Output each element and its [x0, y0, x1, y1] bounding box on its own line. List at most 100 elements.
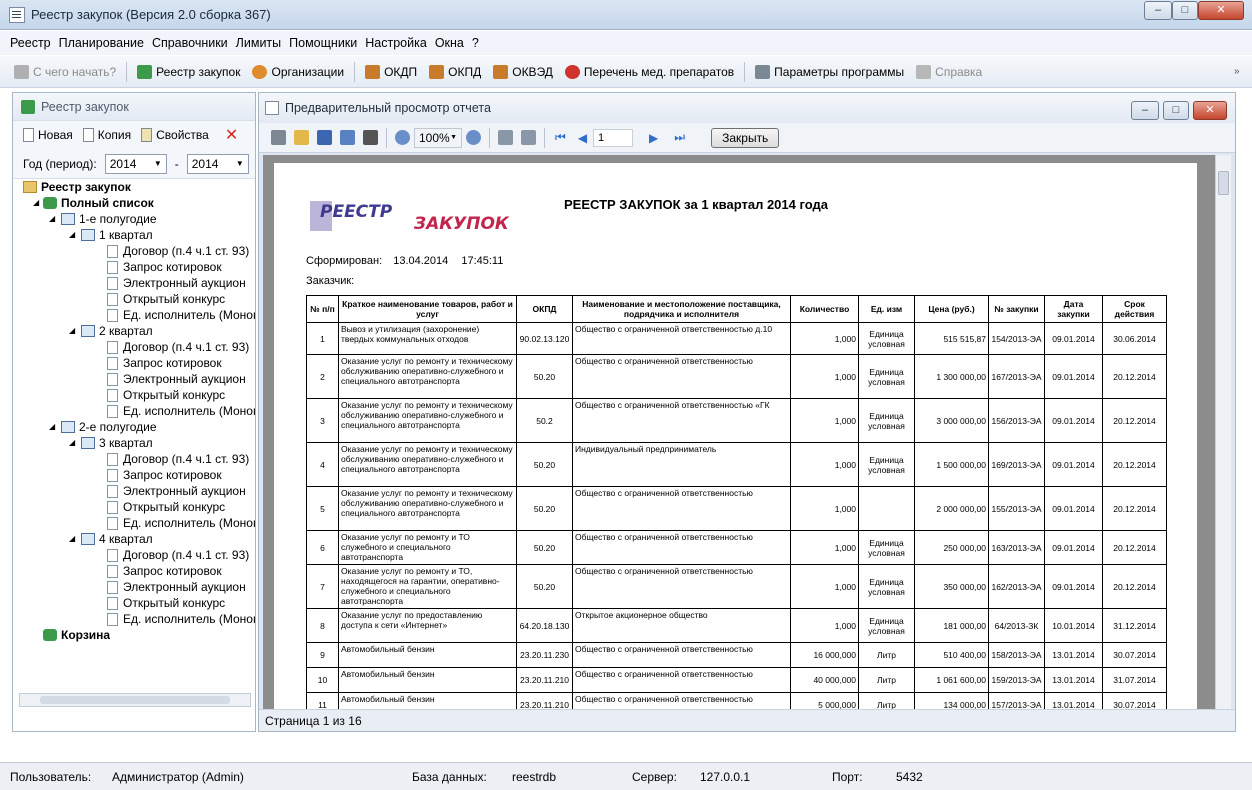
expander-icon[interactable]: ◢ [69, 227, 75, 243]
open-icon[interactable] [294, 130, 309, 145]
menu-item[interactable]: Справочники [148, 36, 232, 50]
menu-item[interactable]: ? [468, 36, 483, 50]
tree-horizontal-scrollbar[interactable] [19, 693, 251, 707]
page-number-input[interactable]: 1 [593, 128, 634, 147]
preview-minimize-button[interactable]: – [1131, 101, 1159, 120]
copy-button[interactable]: Копия [82, 128, 131, 142]
maximize-button[interactable]: □ [1172, 1, 1198, 20]
last-page-icon[interactable]: ⏭ [674, 130, 685, 145]
new-button[interactable]: Новая [23, 128, 73, 142]
year-to-select[interactable]: 2014 ▼ [186, 153, 249, 174]
tree-node-procurement-type[interactable]: Ед. исполнитель (Моноп [107, 611, 255, 627]
expander-icon[interactable]: ◢ [69, 531, 75, 547]
tree-node-trash[interactable]: Корзина [43, 627, 110, 643]
tree-node-half2[interactable]: 2-е полугодие [61, 419, 157, 435]
menu-item[interactable]: Окна [431, 36, 468, 50]
tree-node-procurement-type[interactable]: Договор (п.4 ч.1 ст. 93) [107, 243, 249, 259]
two-pages-icon[interactable] [521, 130, 536, 145]
expander-icon[interactable]: ◢ [49, 419, 55, 435]
tree-node-procurement-type[interactable]: Запрос котировок [107, 259, 222, 275]
menu-item[interactable]: Настройка [361, 36, 431, 50]
tree-node-q2[interactable]: 2 квартал [81, 323, 153, 339]
tree-node-procurement-type[interactable]: Ед. исполнитель (Моноп [107, 307, 255, 323]
menu-item[interactable]: Реестр [6, 36, 55, 50]
tree-node-procurement-type[interactable]: Договор (п.4 ч.1 ст. 93) [107, 547, 249, 563]
tree-node-procurement-type[interactable]: Электронный аукцион [107, 579, 246, 595]
tree-node-q1[interactable]: 1 квартал [81, 227, 153, 243]
close-preview-button[interactable]: Закрыть [711, 127, 780, 148]
tree-node-q3[interactable]: 3 квартал [81, 435, 153, 451]
table-cell: Литр [858, 642, 915, 668]
meds-list-button[interactable]: Перечень мед. препаратов [559, 60, 740, 84]
properties-button[interactable]: Свойства [141, 128, 209, 142]
minimize-button[interactable]: – [1144, 1, 1172, 20]
scroll-thumb[interactable] [40, 696, 230, 704]
first-page-icon[interactable]: ⏮ [555, 130, 566, 145]
tree-node-procurement-type[interactable]: Ед. исполнитель (Моноп [107, 515, 255, 531]
scroll-thumb[interactable] [1218, 171, 1229, 195]
help-button[interactable]: Справка [910, 60, 988, 84]
zoom-in-icon[interactable] [395, 130, 410, 145]
export-icon[interactable] [340, 130, 355, 145]
tree-node-procurement-type[interactable]: Электронный аукцион [107, 275, 246, 291]
column-header: № п/п [306, 295, 339, 323]
tree-node-procurement-type[interactable]: Запрос котировок [107, 563, 222, 579]
preview-doc-icon [265, 101, 279, 115]
expander-icon[interactable]: ◢ [33, 195, 39, 211]
next-page-icon[interactable]: ▶ [649, 131, 658, 145]
organizations-button[interactable]: Организации [246, 60, 350, 84]
close-window-button[interactable]: ✕ [1198, 1, 1244, 20]
find-icon[interactable] [363, 130, 378, 145]
tree-node-root[interactable]: Реестр закупок [23, 179, 131, 195]
preview-title: Предварительный просмотр отчета [285, 101, 491, 115]
menu-item[interactable]: Помощники [285, 36, 361, 50]
document-icon [107, 612, 118, 626]
tree-node-procurement-type[interactable]: Договор (п.4 ч.1 ст. 93) [107, 339, 249, 355]
tree-node-full-list[interactable]: Полный список [43, 195, 154, 211]
expander-icon[interactable]: ◢ [69, 323, 75, 339]
delete-icon[interactable]: ✕ [225, 125, 238, 145]
okved-button[interactable]: ОКВЭД [487, 60, 559, 84]
menu-item[interactable]: Лимиты [232, 36, 285, 50]
tree-node-procurement-type[interactable]: Открытый конкурс [107, 595, 225, 611]
table-cell: 20.12.2014 [1102, 398, 1167, 443]
tree-node-procurement-type[interactable]: Электронный аукцион [107, 483, 246, 499]
program-settings-button[interactable]: Параметры программы [749, 60, 910, 84]
table-cell: 23.20.11.230 [516, 642, 573, 668]
okdp-button[interactable]: ОКДП [359, 60, 423, 84]
document-icon [107, 292, 118, 306]
tree-node-procurement-type[interactable]: Открытый конкурс [107, 499, 225, 515]
expander-icon[interactable]: ◢ [69, 435, 75, 451]
expander-icon[interactable]: ◢ [49, 211, 55, 227]
page-setup-icon[interactable] [498, 130, 513, 145]
table-cell: 1,000 [790, 398, 859, 443]
tree-node-procurement-type[interactable]: Открытый конкурс [107, 291, 225, 307]
preview-vertical-scrollbar[interactable] [1215, 155, 1231, 719]
report-page-area[interactable]: РЕЕСТР ЗАКУПОК РЕЕСТР ЗАКУПОК за 1 кварт… [263, 155, 1215, 719]
registry-button[interactable]: Реестр закупок [131, 60, 246, 84]
tree-node-q4[interactable]: 4 квартал [81, 531, 153, 547]
preview-maximize-button[interactable]: □ [1163, 101, 1189, 120]
table-cell: 1 500 000,00 [914, 442, 989, 487]
tree-node-procurement-type[interactable]: Запрос котировок [107, 467, 222, 483]
toolbar-overflow-icon[interactable]: » [1234, 66, 1240, 77]
save-icon[interactable] [317, 130, 332, 145]
start-button[interactable]: С чего начать? [8, 60, 122, 84]
tree-node-procurement-type[interactable]: Электронный аукцион [107, 371, 246, 387]
table-cell: Общество с ограниченной ответственностью [572, 530, 791, 565]
menu-item[interactable]: Планирование [55, 36, 148, 50]
tree-node-procurement-type[interactable]: Запрос котировок [107, 355, 222, 371]
table-cell: 515 515,87 [914, 322, 989, 355]
tree-node-procurement-type[interactable]: Открытый конкурс [107, 387, 225, 403]
print-icon[interactable] [271, 130, 286, 145]
preview-close-button[interactable]: ✕ [1193, 101, 1227, 120]
zoom-out-icon[interactable] [466, 130, 481, 145]
tree-node-procurement-type[interactable]: Договор (п.4 ч.1 ст. 93) [107, 451, 249, 467]
okpd-button[interactable]: ОКПД [423, 60, 487, 84]
tree-node-procurement-type[interactable]: Ед. исполнитель (Моноп [107, 403, 255, 419]
year-from-select[interactable]: 2014 ▼ [104, 153, 167, 174]
tree-node-half1[interactable]: 1-е полугодие [61, 211, 157, 227]
zoom-select[interactable]: 100% ▼ [414, 127, 462, 148]
prev-page-icon[interactable]: ◀ [578, 131, 587, 145]
main-toolbar: С чего начать? Реестр закупок Организаци… [0, 56, 1252, 88]
